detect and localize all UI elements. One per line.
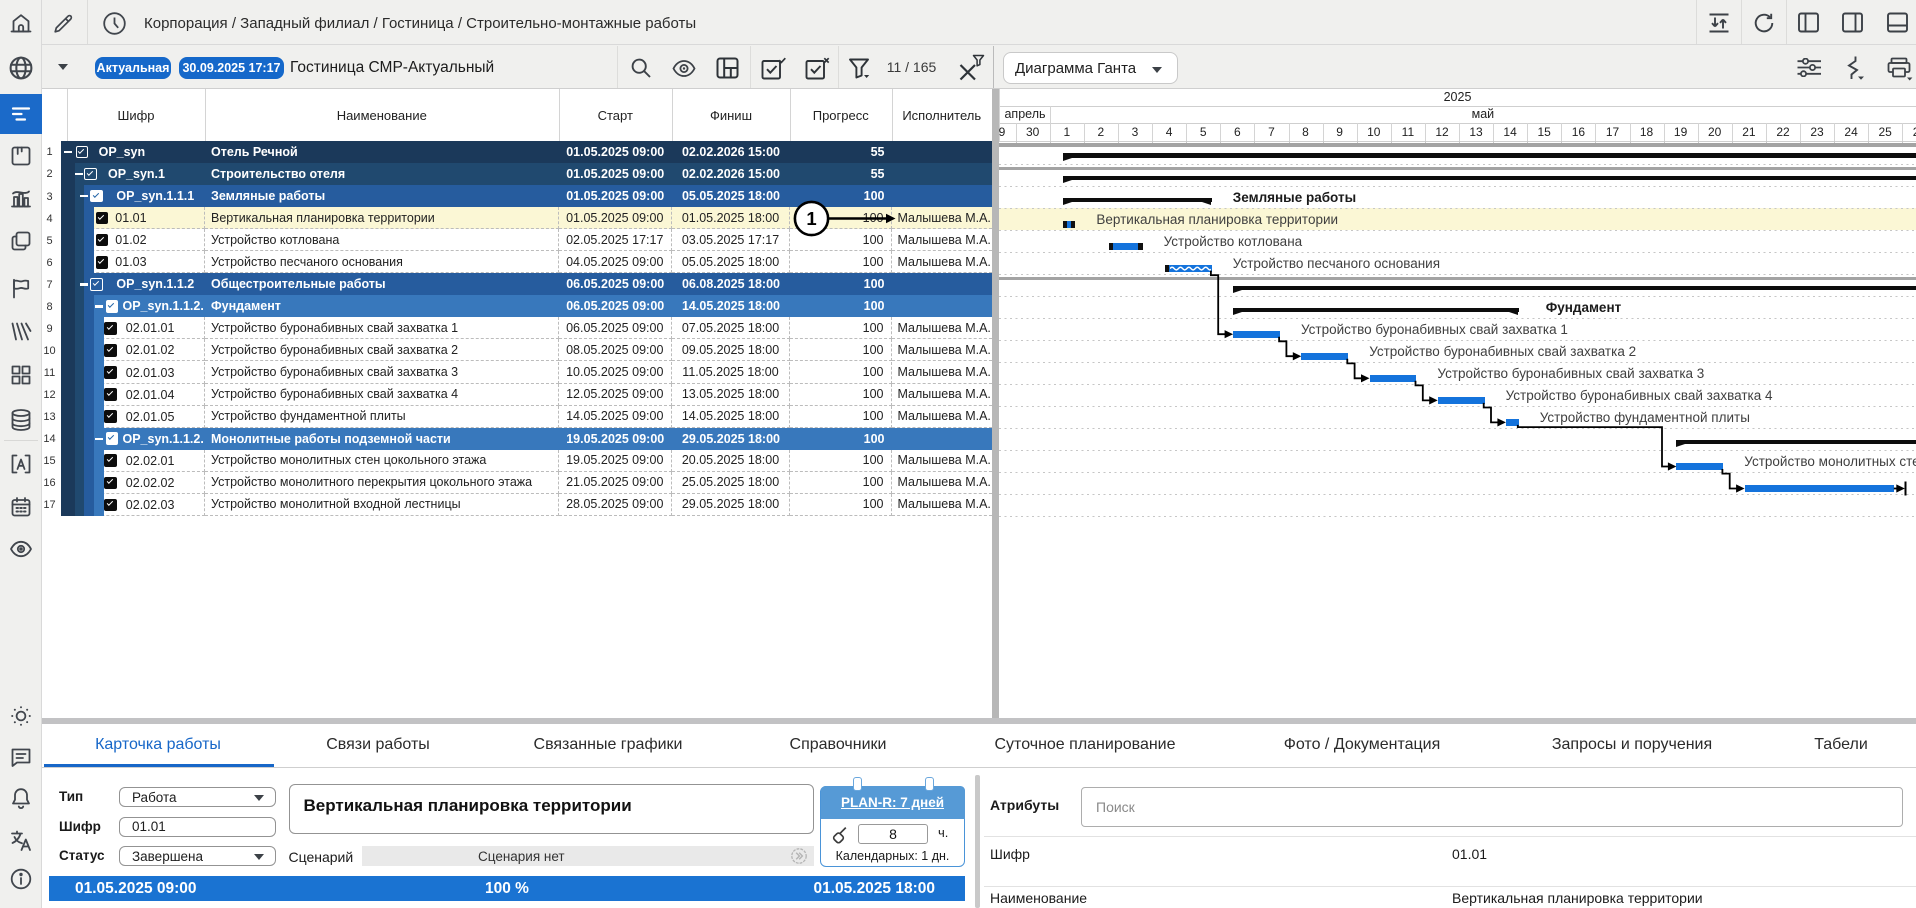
svg-text:1: 1: [806, 208, 816, 229]
